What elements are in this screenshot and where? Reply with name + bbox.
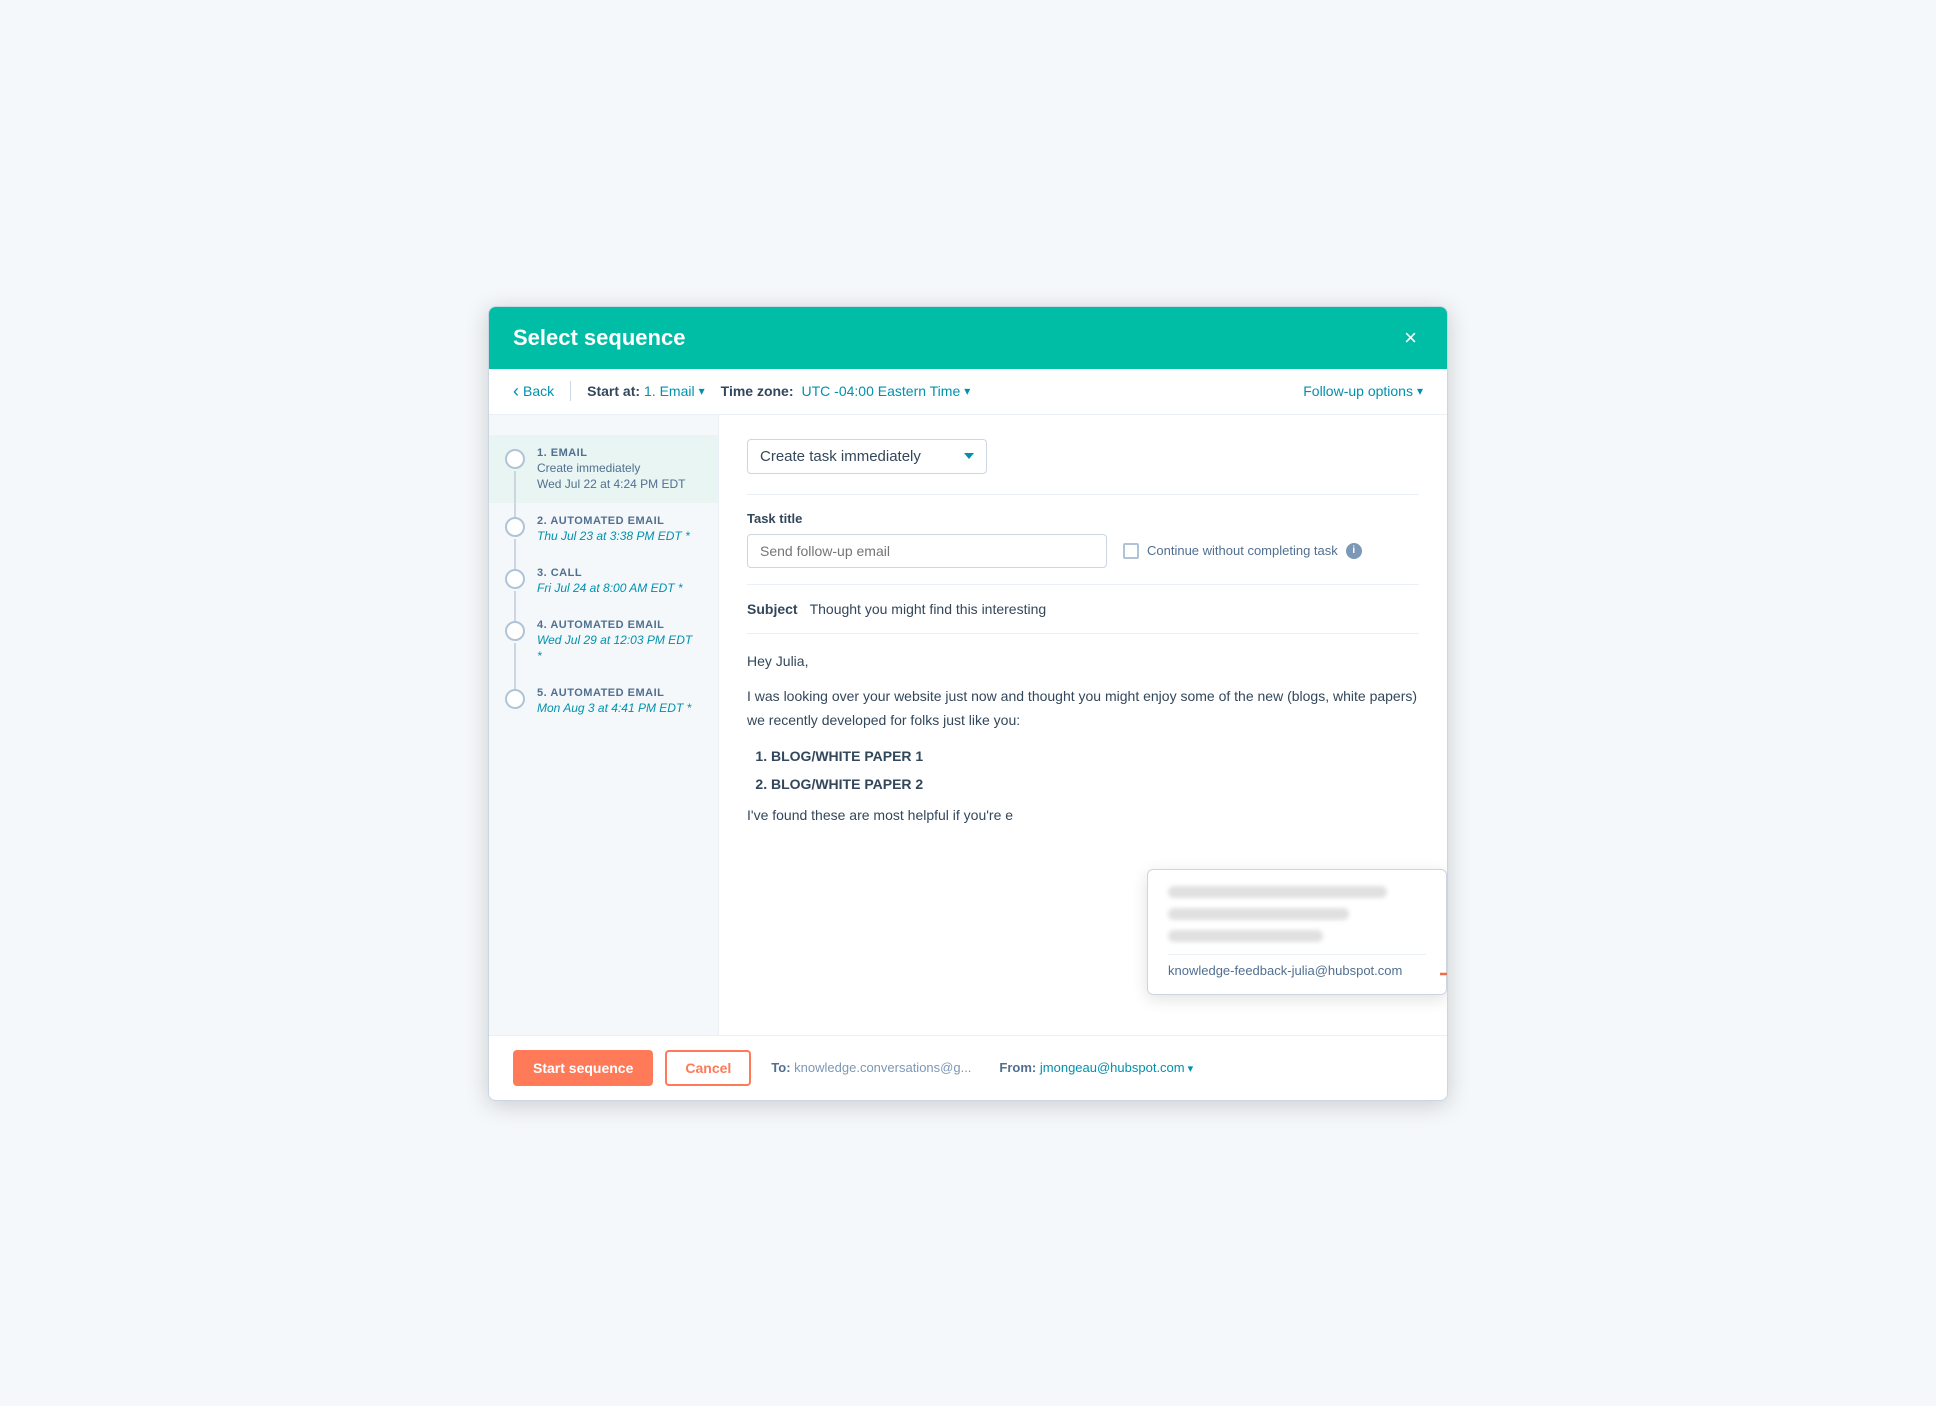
chevron-down-icon	[964, 453, 974, 459]
nav-divider	[570, 381, 571, 401]
section-divider-2	[747, 584, 1419, 585]
subject-text: Thought you might find this interesting	[810, 601, 1047, 617]
footer-from-label: From:	[999, 1060, 1036, 1075]
cancel-button[interactable]: Cancel	[665, 1050, 751, 1086]
subject-label: Subject	[747, 601, 798, 617]
task-title-row: Continue without completing task i	[747, 534, 1419, 568]
step-circle-3	[505, 569, 525, 589]
step-content-3: 3. CALL Fri Jul 24 at 8:00 AM EDT *	[537, 567, 683, 595]
email-body-2: I've found these are most helpful if you…	[747, 804, 1419, 828]
sidebar-step-1[interactable]: 1. EMAIL Create immediately Wed Jul 22 a…	[489, 435, 718, 503]
close-button[interactable]: ×	[1398, 325, 1423, 351]
follow-up-options[interactable]: Follow-up options	[1303, 383, 1423, 399]
create-task-dropdown[interactable]: Create task immediately	[747, 439, 987, 474]
timezone-dropdown[interactable]: UTC -04:00 Eastern Time	[802, 383, 971, 399]
step-circle-1	[505, 449, 525, 469]
back-link[interactable]: Back	[513, 381, 554, 402]
task-title-label: Task title	[747, 511, 1419, 526]
start-at-label: Start at:	[587, 383, 640, 399]
step-content-1: 1. EMAIL Create immediately Wed Jul 22 a…	[537, 447, 686, 491]
tooltip-email-address: knowledge-feedback-julia@hubspot.com	[1168, 963, 1402, 978]
blurred-line-2	[1168, 908, 1349, 920]
email-body: Hey Julia, I was looking over your websi…	[747, 650, 1419, 829]
footer-to-value: knowledge.conversations@g...	[794, 1060, 971, 1075]
create-task-label: Create task immediately	[760, 448, 921, 465]
step-timing-4b: *	[537, 649, 692, 663]
step-type-1: 1. EMAIL	[537, 447, 686, 459]
modal-title: Select sequence	[513, 325, 685, 351]
sidebar-step-3[interactable]: 3. CALL Fri Jul 24 at 8:00 AM EDT *	[489, 555, 718, 607]
step-timing-1b: Wed Jul 22 at 4:24 PM EDT	[537, 477, 686, 491]
step-timing-3: Fri Jul 24 at 8:00 AM EDT *	[537, 581, 683, 595]
modal-header: Select sequence ×	[489, 307, 1447, 369]
arrow-icon	[1440, 964, 1447, 984]
footer-to-label: To:	[771, 1060, 790, 1075]
modal-body: 1. EMAIL Create immediately Wed Jul 22 a…	[489, 415, 1447, 1035]
timezone-label: Time zone:	[721, 383, 794, 399]
sidebar: 1. EMAIL Create immediately Wed Jul 22 a…	[489, 415, 719, 1035]
sidebar-step-5[interactable]: 5. AUTOMATED EMAIL Mon Aug 3 at 4:41 PM …	[489, 675, 718, 727]
step-circle-5	[505, 689, 525, 709]
main-content: Create task immediately Task title Conti…	[719, 415, 1447, 1035]
section-divider-1	[747, 494, 1419, 495]
step-timing-2: Thu Jul 23 at 3:38 PM EDT *	[537, 529, 690, 543]
step-circle-4	[505, 621, 525, 641]
email-list-item-2: BLOG/WHITE PAPER 2	[771, 773, 1419, 797]
task-title-input[interactable]	[747, 534, 1107, 568]
step-timing-5: Mon Aug 3 at 4:41 PM EDT *	[537, 701, 691, 715]
select-sequence-modal: Select sequence × Back Start at: 1. Emai…	[488, 306, 1448, 1101]
step-type-3: 3. CALL	[537, 567, 683, 579]
email-list: BLOG/WHITE PAPER 1 BLOG/WHITE PAPER 2	[771, 745, 1419, 797]
start-sequence-button[interactable]: Start sequence	[513, 1050, 653, 1086]
step-type-5: 5. AUTOMATED EMAIL	[537, 687, 691, 699]
continue-checkbox[interactable]	[1123, 543, 1139, 559]
step-type-4: 4. AUTOMATED EMAIL	[537, 619, 692, 631]
footer-from-dropdown[interactable]: jmongeau@hubspot.com	[1040, 1060, 1193, 1075]
footer-to: To: knowledge.conversations@g...	[771, 1060, 971, 1075]
step-timing-1a: Create immediately	[537, 461, 686, 475]
continue-without-task: Continue without completing task i	[1123, 543, 1362, 559]
email-tooltip: knowledge-feedback-julia@hubspot.com	[1147, 869, 1447, 995]
sidebar-step-4[interactable]: 4. AUTOMATED EMAIL Wed Jul 29 at 12:03 P…	[489, 607, 718, 675]
modal-nav: Back Start at: 1. Email Time zone: UTC -…	[489, 369, 1447, 415]
step-circle-2	[505, 517, 525, 537]
tooltip-email-row[interactable]: knowledge-feedback-julia@hubspot.com	[1168, 954, 1426, 978]
subject-row: Subject Thought you might find this inte…	[747, 601, 1419, 617]
email-greeting: Hey Julia,	[747, 650, 1419, 674]
section-divider-3	[747, 633, 1419, 634]
step-type-2: 2. AUTOMATED EMAIL	[537, 515, 690, 527]
step-timing-4: Wed Jul 29 at 12:03 PM EDT	[537, 633, 692, 647]
info-icon: i	[1346, 543, 1362, 559]
email-list-item-1: BLOG/WHITE PAPER 1	[771, 745, 1419, 769]
sidebar-step-2[interactable]: 2. AUTOMATED EMAIL Thu Jul 23 at 3:38 PM…	[489, 503, 718, 555]
continue-without-label: Continue without completing task	[1147, 543, 1338, 558]
start-at-dropdown[interactable]: 1. Email	[644, 383, 705, 399]
blurred-line-1	[1168, 886, 1387, 898]
step-content-5: 5. AUTOMATED EMAIL Mon Aug 3 at 4:41 PM …	[537, 687, 691, 715]
step-content-4: 4. AUTOMATED EMAIL Wed Jul 29 at 12:03 P…	[537, 619, 692, 663]
blurred-line-3	[1168, 930, 1323, 942]
step-content-2: 2. AUTOMATED EMAIL Thu Jul 23 at 3:38 PM…	[537, 515, 690, 543]
footer-from: From: jmongeau@hubspot.com	[999, 1060, 1193, 1075]
email-body-1: I was looking over your website just now…	[747, 685, 1419, 733]
modal-footer: Start sequence Cancel To: knowledge.conv…	[489, 1035, 1447, 1100]
